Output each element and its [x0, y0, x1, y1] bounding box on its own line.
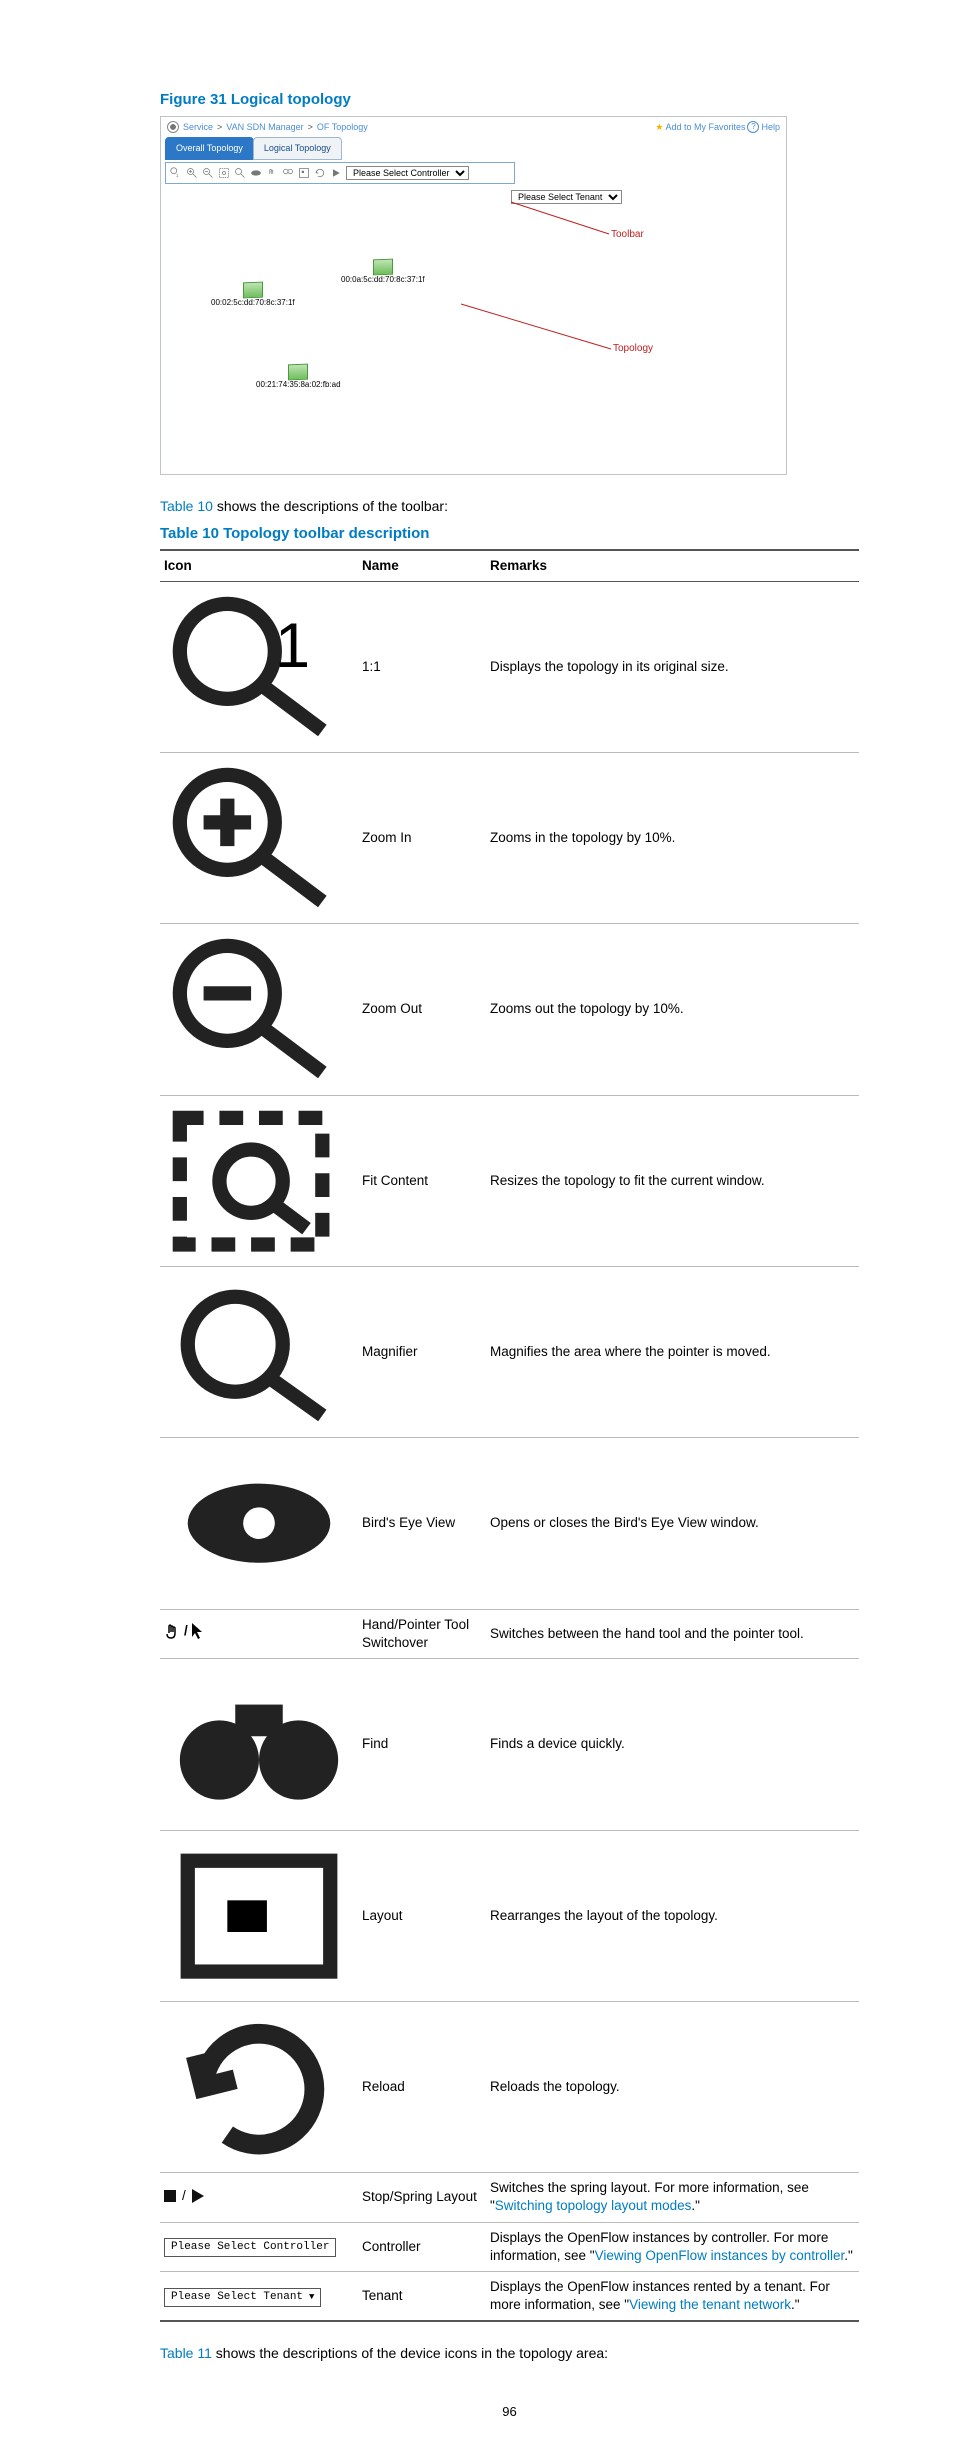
play-icon[interactable] — [330, 167, 342, 179]
table-row: Zoom In Zooms in the topology by 10%. — [160, 753, 859, 924]
table-row: 1 1:1 Displays the topology in its origi… — [160, 581, 859, 752]
breadcrumb-item[interactable]: Service — [183, 121, 213, 133]
find-icon[interactable] — [282, 167, 294, 179]
svg-text:1: 1 — [176, 172, 179, 177]
help-icon[interactable]: ? — [747, 121, 759, 133]
toolbar-description-table: Icon Name Remarks 1 1:1 Displays the top… — [160, 549, 859, 2323]
table-row: / Hand/Pointer Tool Switchover Switches … — [160, 1609, 859, 1658]
breadcrumb-item[interactable]: OF Topology — [317, 121, 368, 133]
col-remarks: Remarks — [486, 550, 859, 582]
topology-node[interactable]: 00:0a:5c:dd:70:8c:37:1f — [341, 259, 425, 286]
tenant-dropdown-sample: Please Select Tenant▼ — [164, 2288, 321, 2307]
table-row: Reload Reloads the topology. — [160, 2001, 859, 2172]
table-row: / Stop/Spring Layout Switches the spring… — [160, 2173, 859, 2222]
zoom-out-icon — [164, 930, 354, 1088]
table-row: Layout Rearranges the layout of the topo… — [160, 1830, 859, 2001]
link-view-tenant[interactable]: Viewing the tenant network — [629, 2297, 791, 2312]
one-to-one-icon[interactable]: 1 — [170, 167, 182, 179]
table-row: Find Finds a device quickly. — [160, 1659, 859, 1830]
hand-pointer-icon[interactable] — [266, 167, 278, 179]
table-row: Please Select Controller Controller Disp… — [160, 2222, 859, 2271]
tenant-select[interactable]: Please Select Tenant — [511, 190, 622, 204]
birds-eye-icon[interactable] — [250, 167, 262, 179]
zoom-in-icon — [164, 759, 354, 917]
help-link[interactable]: Help — [761, 121, 780, 133]
link-view-controller[interactable]: Viewing OpenFlow instances by controller — [595, 2248, 845, 2263]
layout-icon[interactable] — [298, 167, 310, 179]
stop-play-icon: / — [164, 2187, 204, 2205]
layout-icon — [164, 1837, 354, 1995]
table-row: Fit Content Resizes the topology to fit … — [160, 1095, 859, 1266]
zoom-in-icon[interactable] — [186, 167, 198, 179]
topology-toolbar: 1 Please Select Controller — [165, 162, 515, 184]
table-row: Zoom Out Zooms out the topology by 10%. — [160, 924, 859, 1095]
fit-content-icon[interactable] — [218, 167, 230, 179]
table-10-link[interactable]: Table 10 — [160, 498, 213, 514]
tab-overall-topology[interactable]: Overall Topology — [165, 137, 254, 159]
tab-logical-topology[interactable]: Logical Topology — [253, 137, 342, 159]
controller-select[interactable]: Please Select Controller — [346, 166, 469, 180]
table-row: Magnifier Magnifies the area where the p… — [160, 1267, 859, 1438]
table-caption: Table 10 Topology toolbar description — [160, 524, 859, 544]
controller-dropdown-sample: Please Select Controller — [164, 2238, 336, 2257]
magnifier-icon — [164, 1273, 354, 1431]
callout-topology: Topology — [613, 342, 653, 356]
magnifier-icon[interactable] — [234, 167, 246, 179]
hand-pointer-icon: / — [164, 1621, 204, 1641]
outro-paragraph: Table 11 shows the descriptions of the d… — [160, 2344, 859, 2363]
col-icon: Icon — [160, 550, 358, 582]
svg-text:1: 1 — [275, 611, 310, 681]
breadcrumb-item[interactable]: VAN SDN Manager — [226, 121, 303, 133]
table-11-link[interactable]: Table 11 — [160, 2345, 212, 2361]
topology-node[interactable]: 00:21:74:35:8a:02:fb:ad — [256, 364, 341, 391]
intro-paragraph: Table 10 shows the descriptions of the t… — [160, 497, 859, 516]
table-row: Please Select Tenant▼ Tenant Displays th… — [160, 2272, 859, 2322]
eye-icon — [164, 1444, 354, 1602]
callout-toolbar: Toolbar — [611, 228, 644, 242]
col-name: Name — [358, 550, 486, 582]
fit-content-icon — [164, 1102, 354, 1260]
node-label: 00:21:74:35:8a:02:fb:ad — [256, 380, 341, 391]
star-icon: ★ — [655, 121, 663, 133]
add-favorites-link[interactable]: Add to My Favorites — [665, 121, 745, 133]
figure-caption: Figure 31 Logical topology — [160, 90, 859, 110]
table-row: Bird's Eye View Opens or closes the Bird… — [160, 1438, 859, 1609]
page-number: 96 — [160, 2403, 859, 2421]
reload-icon — [164, 2008, 354, 2166]
topology-canvas[interactable]: 00:02:5c:dd:70:8c:37:1f 00:0a:5c:dd:70:8… — [161, 204, 786, 474]
binoculars-icon — [164, 1665, 354, 1823]
link-switch-layout[interactable]: Switching topology layout modes — [495, 2198, 692, 2213]
reload-icon[interactable] — [314, 167, 326, 179]
topology-screenshot: Service > VAN SDN Manager > OF Topology … — [160, 116, 787, 475]
zoom-out-icon[interactable] — [202, 167, 214, 179]
one-to-one-icon: 1 — [164, 588, 354, 746]
topology-node[interactable]: 00:02:5c:dd:70:8c:37:1f — [211, 282, 295, 309]
gear-icon — [167, 121, 179, 133]
node-label: 00:0a:5c:dd:70:8c:37:1f — [341, 275, 425, 286]
node-label: 00:02:5c:dd:70:8c:37:1f — [211, 298, 295, 309]
